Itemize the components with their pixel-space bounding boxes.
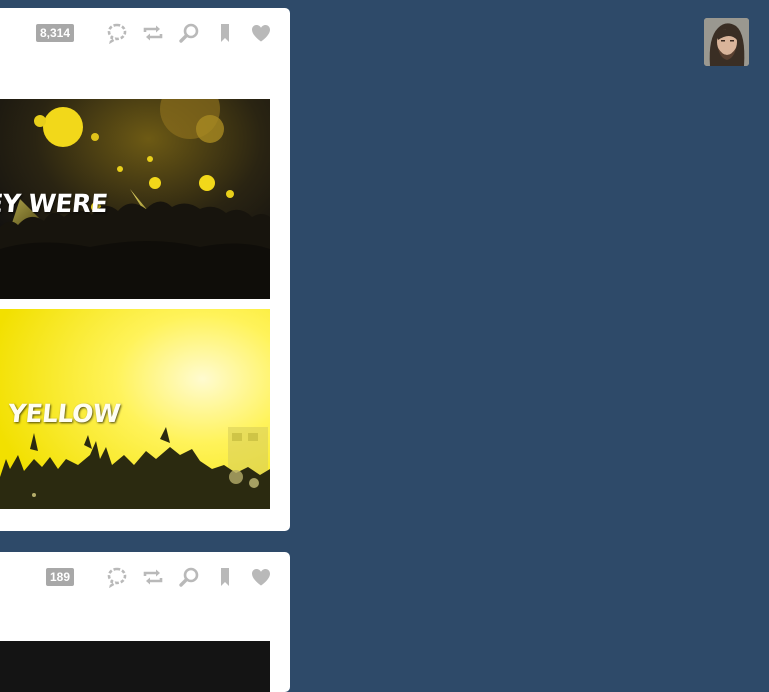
reblog-icon[interactable] <box>142 22 164 44</box>
photo-caption-text: EY WERE <box>0 189 109 218</box>
post-photo[interactable]: YELLOW <box>0 309 270 509</box>
post-photo[interactable]: EY WERE <box>0 99 270 299</box>
notes-count-badge[interactable]: 8,314 <box>35 24 74 42</box>
heart-icon[interactable] <box>250 22 272 44</box>
reply-icon[interactable] <box>106 566 128 588</box>
search-icon[interactable] <box>178 566 200 588</box>
post-controls: 8,314 <box>35 21 272 45</box>
post-photo[interactable] <box>0 641 270 692</box>
reblog-icon[interactable] <box>142 566 164 588</box>
user-avatar[interactable] <box>704 18 749 66</box>
notes-count-badge[interactable]: 189 <box>45 568 74 586</box>
reply-icon[interactable] <box>106 22 128 44</box>
bookmark-icon[interactable] <box>214 566 236 588</box>
post-card: 189 <box>0 552 290 692</box>
heart-icon[interactable] <box>250 566 272 588</box>
photo-caption-text: YELLOW <box>6 399 122 428</box>
search-icon[interactable] <box>178 22 200 44</box>
bookmark-icon[interactable] <box>214 22 236 44</box>
post-controls: 189 <box>45 565 272 589</box>
post-card: 8,314 EY WERE YELLOW <box>0 8 290 531</box>
avatar-portrait-icon <box>704 18 749 66</box>
